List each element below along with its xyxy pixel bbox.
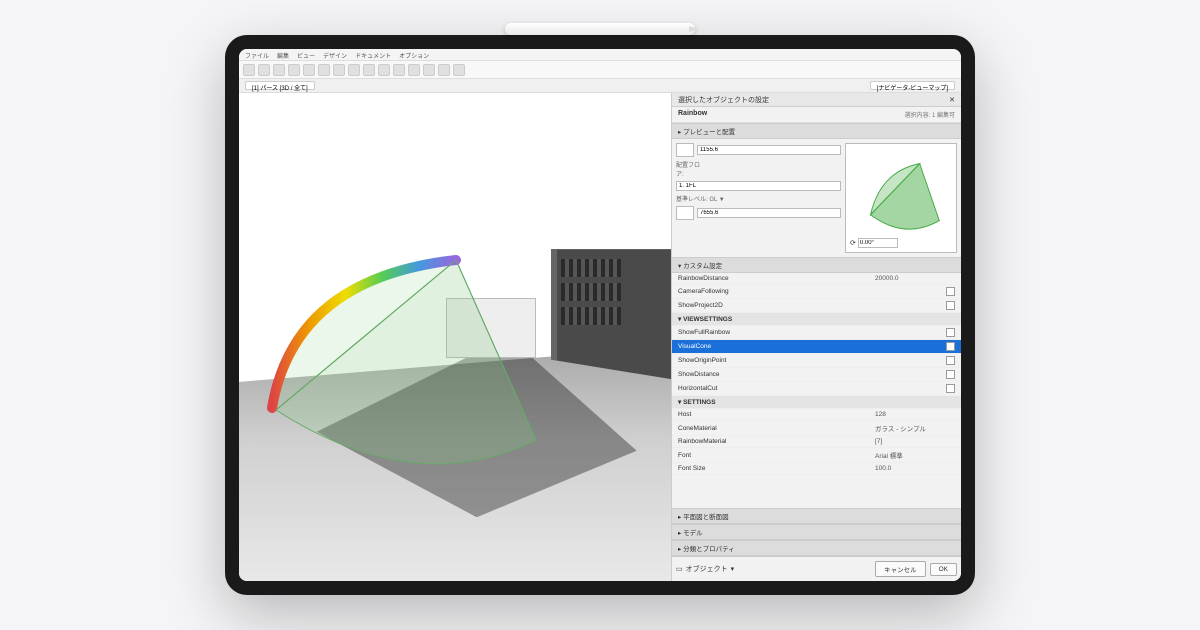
angle-icon: ⟳ — [850, 239, 856, 247]
object-name: Rainbow — [678, 110, 707, 119]
prop-row[interactable]: Host128 — [672, 409, 961, 421]
baselevel-input[interactable] — [697, 208, 841, 218]
tool-icon[interactable] — [333, 64, 345, 76]
panel-title: 選択したオブジェクトの設定✕ — [672, 93, 961, 107]
tool-icon[interactable] — [243, 64, 255, 76]
menu-item[interactable]: 編集 — [277, 51, 289, 58]
chevron-down-icon[interactable]: ▾ — [731, 565, 735, 573]
object-preview[interactable]: ⟳ — [845, 143, 957, 253]
selection-info: 選択内容: 1 編集可 — [905, 110, 955, 119]
prop-group-header[interactable]: ▾ VIEWSETTINGS — [672, 313, 961, 326]
prop-row[interactable]: CameraFollowing — [672, 285, 961, 299]
section-model[interactable]: ▸ モデル — [672, 524, 961, 540]
menubar[interactable]: ファイル 編集 ビュー デザイン ドキュメント オプション — [239, 49, 961, 61]
story-select[interactable] — [676, 181, 841, 191]
prop-row[interactable]: FontArial 標準 — [672, 448, 961, 463]
toolbar — [239, 61, 961, 79]
height-input[interactable] — [697, 145, 841, 155]
app-screen: ファイル 編集 ビュー デザイン ドキュメント オプション [1] パース — [239, 49, 961, 581]
tool-icon[interactable] — [363, 64, 375, 76]
checkbox[interactable] — [946, 287, 955, 296]
icon-thumb — [676, 143, 694, 157]
checkbox[interactable] — [946, 301, 955, 310]
tool-icon[interactable] — [348, 64, 360, 76]
3d-viewport[interactable] — [239, 93, 671, 581]
properties-list: RainbowDistance20000.0CameraFollowingSho… — [672, 273, 961, 508]
section-preview[interactable]: ▸ プレビューと配置 — [672, 123, 961, 139]
section-custom[interactable]: ▾ カスタム設定 — [672, 257, 961, 273]
prop-row[interactable]: Font Size100.0 — [672, 463, 961, 475]
type-icon: ▭ — [676, 565, 683, 573]
menu-item[interactable]: デザイン — [323, 51, 347, 58]
tool-icon[interactable] — [303, 64, 315, 76]
tool-icon[interactable] — [438, 64, 450, 76]
checkbox[interactable] — [946, 328, 955, 337]
prop-row[interactable]: RainbowMaterial[7] — [672, 436, 961, 448]
checkbox[interactable] — [946, 342, 955, 351]
prop-row[interactable]: RainbowDistance20000.0 — [672, 273, 961, 285]
tool-icon[interactable] — [393, 64, 405, 76]
tool-icon[interactable] — [453, 64, 465, 76]
tool-icon[interactable] — [423, 64, 435, 76]
prop-row[interactable]: HorizontalCut — [672, 382, 961, 396]
prop-group-header[interactable]: ▾ SETTINGS — [672, 396, 961, 409]
prop-row[interactable]: ConeMaterialガラス - シンプル — [672, 421, 961, 436]
navigator-tab[interactable]: [ナビゲータ-ビューマップ] — [870, 81, 955, 90]
checkbox[interactable] — [946, 384, 955, 393]
tool-icon[interactable] — [288, 64, 300, 76]
view-tab[interactable]: [1] パース [3D / 全て] — [245, 81, 315, 90]
rainbow-cone — [256, 230, 576, 510]
section-plan[interactable]: ▸ 平面図と断面図 — [672, 508, 961, 524]
workspace: 選択したオブジェクトの設定✕ Rainbow 選択内容: 1 編集可 ▸ プレビ… — [239, 93, 961, 581]
tablet-device: ファイル 編集 ビュー デザイン ドキュメント オプション [1] パース — [225, 35, 975, 595]
menu-item[interactable]: オプション — [399, 51, 429, 58]
prop-row[interactable]: ShowFullRainbow — [672, 326, 961, 340]
icon-thumb — [676, 206, 694, 220]
menu-item[interactable]: ドキュメント — [355, 51, 391, 58]
properties-panel: 選択したオブジェクトの設定✕ Rainbow 選択内容: 1 編集可 ▸ プレビ… — [671, 93, 961, 581]
prop-row[interactable]: ShowOriginPoint — [672, 354, 961, 368]
prop-row[interactable]: ShowDistance — [672, 368, 961, 382]
menu-item[interactable]: ビュー — [297, 51, 315, 58]
checkbox[interactable] — [946, 356, 955, 365]
angle-input[interactable] — [858, 238, 898, 248]
tool-icon[interactable] — [318, 64, 330, 76]
prop-row[interactable]: VisualCone — [672, 340, 961, 354]
ok-button[interactable]: OK — [930, 563, 957, 576]
tool-icon[interactable] — [408, 64, 420, 76]
tool-icon[interactable] — [258, 64, 270, 76]
type-select[interactable]: オブジェクト — [686, 564, 728, 574]
view-tabs: [1] パース [3D / 全て] [ナビゲータ-ビューマップ] — [239, 79, 961, 93]
tool-icon[interactable] — [273, 64, 285, 76]
prop-row[interactable]: ShowProject2D — [672, 299, 961, 313]
checkbox[interactable] — [946, 370, 955, 379]
stylus — [505, 23, 695, 35]
menu-item[interactable]: ファイル — [245, 51, 269, 58]
close-icon[interactable]: ✕ — [949, 96, 955, 104]
section-class[interactable]: ▸ 分類とプロパティ — [672, 540, 961, 556]
tool-icon[interactable] — [378, 64, 390, 76]
cancel-button[interactable]: キャンセル — [875, 561, 926, 577]
